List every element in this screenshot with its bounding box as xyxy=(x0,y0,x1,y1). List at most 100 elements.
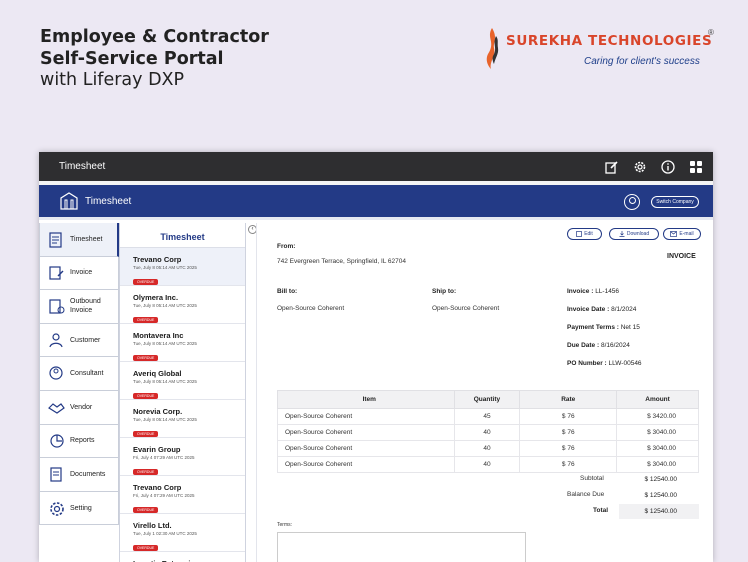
status-badge: OVERDUE xyxy=(133,279,159,285)
app-header: Timesheet Switch Company xyxy=(39,185,713,220)
subtotal-value: $ 12540.00 xyxy=(644,476,677,483)
invoice-detail: Invoice : LL-1456 xyxy=(567,288,619,295)
timesheet-list-title: Timesheet xyxy=(120,223,245,248)
sidebar-item-vendor[interactable]: Vendor xyxy=(39,390,119,425)
status-badge: OVERDUE xyxy=(133,431,159,437)
list-item[interactable]: Averiq Global Tue, July 8 05:14 AM UTC 20… xyxy=(120,362,245,400)
hero-line-1: Employee & Contractor xyxy=(40,27,269,47)
switch-company-button[interactable]: Switch Company xyxy=(651,196,699,208)
status-badge: OVERDUE xyxy=(133,507,159,513)
invoice-detail-label: Due Date : xyxy=(567,342,600,349)
edit-button[interactable]: Edit xyxy=(567,228,602,240)
email-button[interactable]: E-mail xyxy=(663,228,701,240)
sidebar-item-reports[interactable]: Reports xyxy=(39,424,119,459)
ship-to-value: Open-Source Coherent xyxy=(432,305,500,312)
invoice-detail-label: PO Number : xyxy=(567,360,607,367)
total-label: Total xyxy=(593,507,609,514)
bill-to-value: Open-Source Coherent xyxy=(277,305,345,312)
timesheet-icon xyxy=(49,232,62,248)
list-item[interactable]: Olymera Inc. Tue, July 8 05:14 AM UTC 202… xyxy=(120,286,245,324)
download-button-label: Download xyxy=(626,231,650,237)
invoice-heading: INVOICE xyxy=(667,253,696,260)
reports-icon xyxy=(50,434,64,448)
hero-title: Employee & Contractor Self-Service Porta… xyxy=(40,27,269,92)
sidebar-item-label: Timesheet xyxy=(70,235,103,243)
building-icon xyxy=(60,192,78,210)
list-item[interactable]: Montavera Inc Tue, July 8 05:14 AM UTC 20… xyxy=(120,324,245,362)
email-button-label: E-mail xyxy=(679,231,694,237)
sidebar-item-invoice[interactable]: Invoice xyxy=(39,256,119,291)
logo-name: SUREKHA TECHNOLOGIES xyxy=(506,33,713,49)
table-header-row: Item Quantity Rate Amount xyxy=(277,390,699,409)
edit-icon[interactable] xyxy=(604,159,619,174)
table-row: Open-Source Coherent 40 $ 76 $ 3040.00 xyxy=(277,424,699,441)
table-cell: Open-Source Coherent xyxy=(277,440,455,457)
list-item-name: Trevano Corp xyxy=(133,483,182,492)
bill-to-label: Bill to: xyxy=(277,288,298,295)
sidebar-item-label: Customer xyxy=(70,336,101,344)
sidebar-item-timesheet[interactable]: Timesheet xyxy=(39,223,119,257)
list-item-name: Olymera Inc. xyxy=(133,293,179,302)
balance-due-value: $ 12540.00 xyxy=(644,492,677,499)
invoice-detail: Due Date : 8/16/2024 xyxy=(567,342,630,349)
invoice-detail: Invoice Date : 8/1/2024 xyxy=(567,306,636,313)
sidebar-item-consultant[interactable]: Consultant xyxy=(39,357,119,391)
terms-label: Terms: xyxy=(277,522,292,528)
status-badge: OVERDUE xyxy=(133,393,159,399)
settings-icon xyxy=(50,501,64,516)
sidebar-item-outbound-invoice[interactable]: Outbound Invoice xyxy=(39,290,119,324)
customer-icon xyxy=(49,332,63,347)
sidebar-item-documents[interactable]: Documents xyxy=(39,458,119,492)
sidebar-item-label: Outbound Invoice xyxy=(70,298,101,315)
list-item[interactable]: Norevia Corp. Tue, July 8 05:14 AM UTC 20… xyxy=(120,400,245,438)
sidebar-item-label: Invoice xyxy=(70,269,93,277)
outbound-invoice-icon xyxy=(49,299,65,314)
apps-icon[interactable] xyxy=(688,159,703,174)
invoice-panel: Edit Download E-mail From: 742 Evergreen… xyxy=(256,223,713,562)
invoice-detail-label: Payment Terms : xyxy=(567,324,619,331)
list-item-name: Norevia Corp. xyxy=(133,407,183,416)
sidebar-item-setting[interactable]: Setting xyxy=(39,491,119,526)
ship-to-label: Ship to: xyxy=(432,288,457,295)
column-header-amount: Amount xyxy=(616,390,699,409)
mail-icon xyxy=(670,231,678,237)
status-badge: OVERDUE xyxy=(133,317,159,323)
info-icon[interactable] xyxy=(660,159,675,174)
status-badge: OVERDUE xyxy=(133,355,159,361)
table-cell: 45 xyxy=(453,408,521,425)
edit-button-label: Edit xyxy=(584,231,593,237)
gear-icon[interactable] xyxy=(632,159,647,174)
table-cell: Open-Source Coherent xyxy=(277,408,455,425)
terms-textarea[interactable] xyxy=(277,532,526,562)
list-item-date: Tue, July 8 05:14 AM UTC 2025 xyxy=(133,417,197,422)
table-cell: $ 3040.00 xyxy=(616,424,699,441)
list-item[interactable]: Trevano Corp Fri, July 4 07:29 AM UTC 202… xyxy=(120,476,245,514)
table-cell: 40 xyxy=(453,456,521,473)
table-cell: Open-Source Coherent xyxy=(277,424,455,441)
list-item[interactable]: Virello Ltd. Tue, July 1 02:30 AM UTC 202… xyxy=(120,514,245,552)
sidebar-item-customer[interactable]: Customer xyxy=(39,323,119,358)
status-badge: OVERDUE xyxy=(133,469,159,475)
invoice-detail: PO Number : LLW-00546 xyxy=(567,360,642,367)
table-cell: 40 xyxy=(453,440,521,457)
table-cell: $ 76 xyxy=(519,408,618,425)
user-avatar-icon[interactable] xyxy=(624,194,640,210)
invoice-items-table: Item Quantity Rate Amount Open-Source Co… xyxy=(277,390,699,473)
list-item[interactable]: Evarin Group Fri, July 4 07:29 AM UTC 202… xyxy=(120,438,245,476)
sidebar-item-label: Documents xyxy=(70,470,106,478)
invoice-detail-value: 8/1/2024 xyxy=(611,306,637,313)
download-button[interactable]: Download xyxy=(609,228,659,240)
top-bar-icons xyxy=(604,159,703,174)
list-item-date: Tue, July 8 05:14 AM UTC 2025 xyxy=(133,379,197,384)
top-bar-title: Timesheet xyxy=(59,161,106,172)
top-bar: Timesheet xyxy=(39,152,713,181)
table-cell: Open-Source Coherent xyxy=(277,456,455,473)
invoice-detail-label: Invoice Date : xyxy=(567,306,610,313)
app-window: Timesheet Timesheet Switch Company Times… xyxy=(39,152,713,562)
hero-line-2: Self-Service Portal xyxy=(40,48,224,69)
flame-logo-icon xyxy=(486,28,499,69)
list-item-date: Tue, July 8 05:14 AM UTC 2025 xyxy=(133,341,197,346)
invoice-detail-value: LL-1456 xyxy=(595,288,620,295)
list-item-name: Averiq Global xyxy=(133,369,182,378)
list-item[interactable]: Trevano Corp Tue, July 8 05:14 AM UTC 202… xyxy=(120,248,245,286)
